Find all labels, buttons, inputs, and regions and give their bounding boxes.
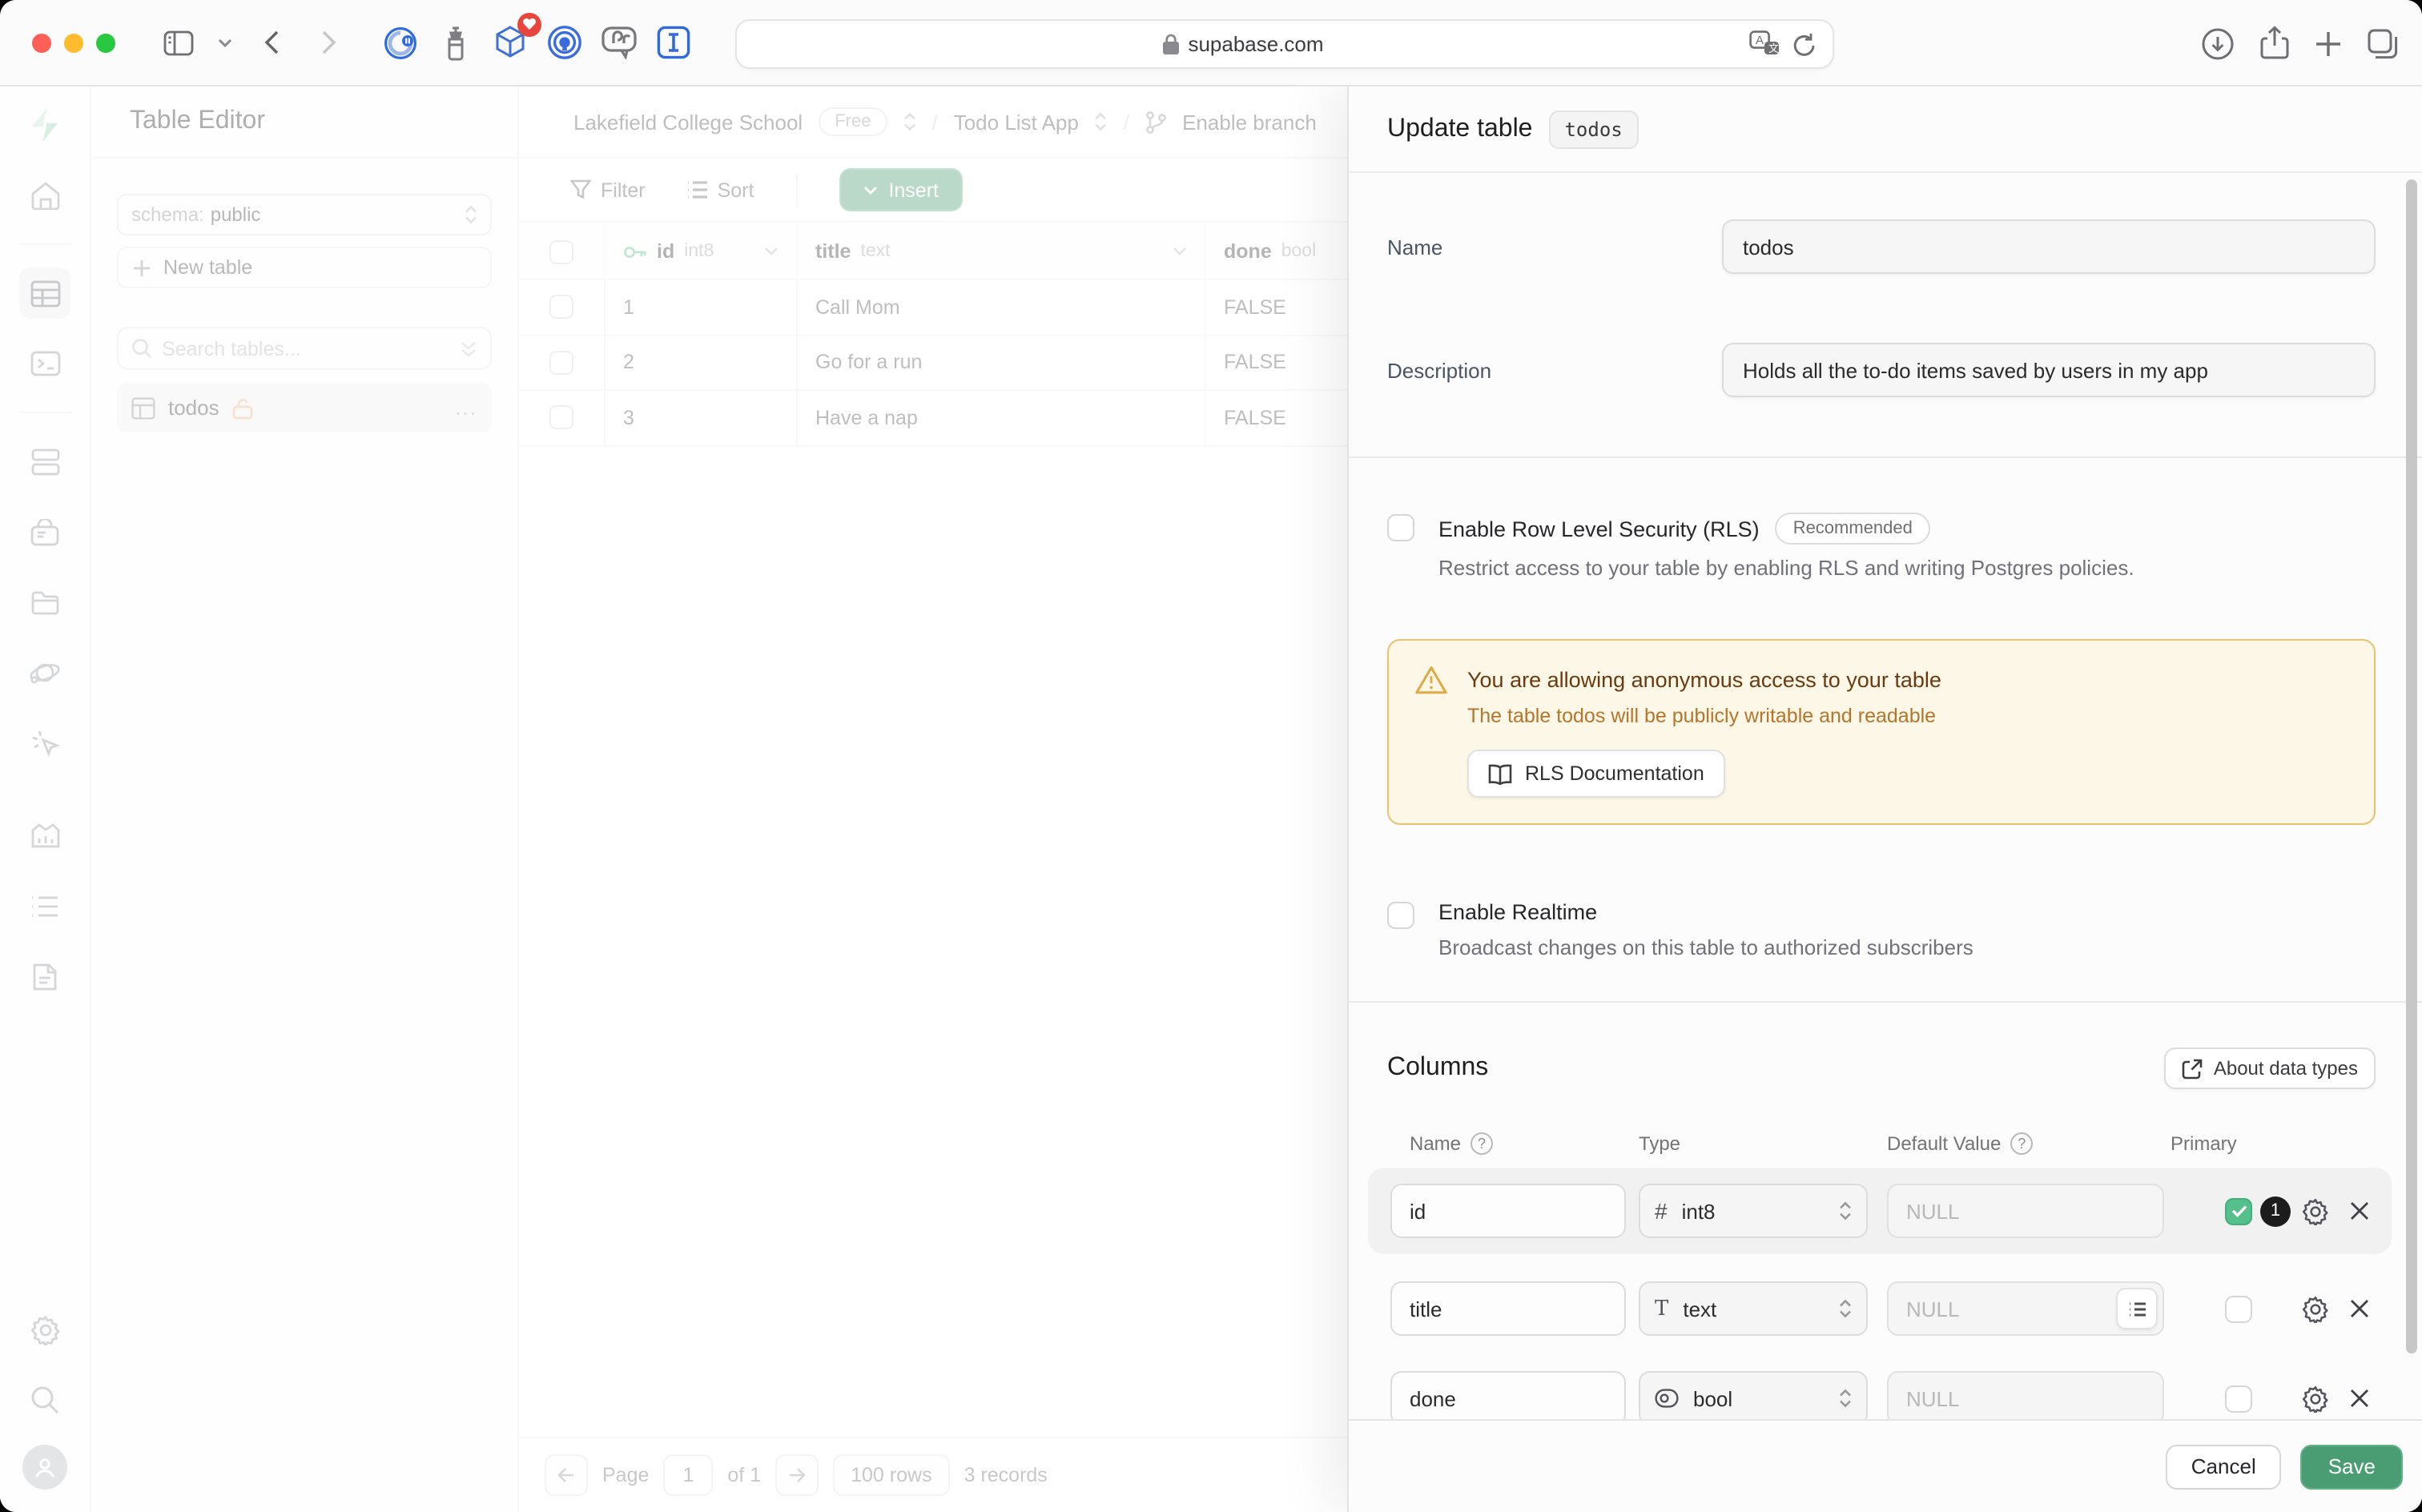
column-row-id: # int8 1 bbox=[1368, 1168, 2392, 1254]
minimize-window-button[interactable] bbox=[64, 33, 83, 52]
app-window: supabase.com A文 bbox=[0, 0, 2422, 1512]
cleaner-extension-icon[interactable] bbox=[436, 23, 474, 62]
url-text: supabase.com bbox=[1188, 32, 1323, 56]
package-extension-icon[interactable] bbox=[490, 23, 529, 62]
primary-key-checkbox[interactable] bbox=[2225, 1295, 2252, 1322]
warning-subtitle: The table todos will be publicly writabl… bbox=[1467, 705, 2348, 727]
help-icon[interactable]: ? bbox=[1470, 1132, 1493, 1155]
chat-extension-icon[interactable] bbox=[599, 23, 638, 62]
boolean-type-icon bbox=[1655, 1389, 1679, 1408]
column-type-select[interactable]: bool bbox=[1639, 1371, 1868, 1419]
primary-key-checkbox[interactable] bbox=[2225, 1197, 2252, 1224]
column-type-select[interactable]: # int8 bbox=[1639, 1184, 1868, 1238]
recommended-badge: Recommended bbox=[1776, 513, 1930, 545]
save-button[interactable]: Save bbox=[2301, 1444, 2403, 1489]
column-order-badge: 1 bbox=[2260, 1196, 2291, 1226]
book-icon bbox=[1488, 763, 1512, 784]
back-icon[interactable] bbox=[247, 20, 295, 65]
columns-header-default: Default Value bbox=[1887, 1132, 2001, 1155]
primary-key-checkbox[interactable] bbox=[2225, 1385, 2252, 1412]
columns-header-type: Type bbox=[1639, 1132, 1887, 1155]
column-name-input[interactable] bbox=[1390, 1281, 1626, 1336]
tab-overview-icon[interactable] bbox=[2368, 28, 2400, 58]
zoom-window-button[interactable] bbox=[96, 33, 115, 52]
panel-scrollbar[interactable] bbox=[2406, 179, 2417, 1353]
realtime-description: Broadcast changes on this table to autho… bbox=[1438, 935, 1973, 959]
columns-header-name: Name bbox=[1410, 1132, 1461, 1155]
lock-icon bbox=[1162, 34, 1178, 54]
url-bar[interactable]: supabase.com A文 bbox=[735, 19, 1834, 69]
remove-column-icon[interactable] bbox=[2350, 1389, 2369, 1408]
gear-icon[interactable] bbox=[2302, 1197, 2329, 1224]
column-name-input[interactable] bbox=[1390, 1184, 1626, 1238]
close-window-button[interactable] bbox=[32, 33, 51, 52]
panel-body: Name Description Enable Row Level Securi… bbox=[1349, 175, 2422, 1419]
svg-text:A: A bbox=[1756, 34, 1764, 47]
overlay-scrim[interactable] bbox=[0, 86, 1347, 1512]
sidebar-toggle-icon[interactable] bbox=[154, 20, 202, 65]
browser-chrome: supabase.com A文 bbox=[0, 0, 2422, 86]
about-data-types-button[interactable]: About data types bbox=[2164, 1048, 2376, 1089]
rls-description: Restrict access to your table by enablin… bbox=[1438, 556, 2134, 580]
workspace: Table Editor schema: public New table bbox=[0, 86, 2422, 1512]
reload-icon[interactable] bbox=[1792, 31, 1816, 57]
extension-icons bbox=[381, 23, 692, 62]
column-type-select[interactable]: T text bbox=[1639, 1281, 1868, 1336]
column-default-input[interactable] bbox=[1887, 1184, 2164, 1238]
notification-badge bbox=[517, 12, 541, 36]
gear-icon[interactable] bbox=[2302, 1295, 2329, 1322]
cancel-button[interactable]: Cancel bbox=[2166, 1444, 2282, 1489]
update-table-panel: Update table todos Name Description bbox=[1347, 86, 2422, 1512]
remove-column-icon[interactable] bbox=[2350, 1299, 2369, 1318]
text-type-icon: T bbox=[1655, 1297, 1668, 1321]
realtime-label: Enable Realtime bbox=[1438, 900, 1597, 924]
expand-default-icon[interactable] bbox=[2116, 1288, 2158, 1329]
gear-icon[interactable] bbox=[2302, 1385, 2329, 1412]
rls-checkbox[interactable] bbox=[1387, 514, 1414, 541]
warning-icon bbox=[1414, 665, 1448, 695]
column-default-input[interactable] bbox=[1887, 1371, 2164, 1419]
remove-column-icon[interactable] bbox=[2350, 1201, 2369, 1220]
window-controls[interactable] bbox=[32, 33, 115, 52]
translate-icon[interactable]: A文 bbox=[1749, 30, 1780, 58]
help-icon[interactable]: ? bbox=[2010, 1132, 2033, 1155]
warning-title: You are allowing anonymous access to you… bbox=[1467, 665, 1941, 695]
session-timer-extension-icon[interactable] bbox=[381, 23, 420, 62]
panel-title-table-chip: todos bbox=[1548, 110, 1638, 148]
column-row-title: T text bbox=[1368, 1265, 2392, 1352]
table-name-input[interactable] bbox=[1722, 219, 2376, 274]
reader-extension-icon[interactable] bbox=[654, 23, 692, 62]
anonymous-access-warning: You are allowing anonymous access to you… bbox=[1387, 639, 2376, 825]
forward-icon[interactable] bbox=[304, 20, 352, 65]
svg-text:文: 文 bbox=[1768, 42, 1779, 54]
description-label: Description bbox=[1387, 343, 1722, 397]
realtime-checkbox[interactable] bbox=[1387, 902, 1414, 929]
rls-documentation-button[interactable]: RLS Documentation bbox=[1467, 750, 1725, 798]
panel-footer: Cancel Save bbox=[1349, 1419, 2422, 1512]
new-tab-icon[interactable] bbox=[2315, 30, 2342, 57]
name-label: Name bbox=[1387, 219, 1722, 274]
columns-section-heading: Columns bbox=[1387, 1054, 1488, 1083]
rls-label: Enable Row Level Security (RLS) bbox=[1438, 517, 1760, 541]
downloads-icon[interactable] bbox=[2201, 26, 2235, 60]
table-description-input[interactable] bbox=[1722, 343, 2376, 397]
column-name-input[interactable] bbox=[1390, 1371, 1626, 1419]
panel-title: Update table bbox=[1387, 115, 1532, 143]
sidebar-chevron-icon[interactable] bbox=[211, 20, 237, 65]
external-link-icon bbox=[2182, 1058, 2203, 1079]
password-manager-extension-icon[interactable] bbox=[545, 23, 583, 62]
column-row-done: bool bbox=[1368, 1355, 2392, 1419]
share-icon[interactable] bbox=[2260, 26, 2289, 61]
number-type-icon: # bbox=[1655, 1198, 1668, 1224]
columns-header-primary: Primary bbox=[2171, 1132, 2237, 1155]
